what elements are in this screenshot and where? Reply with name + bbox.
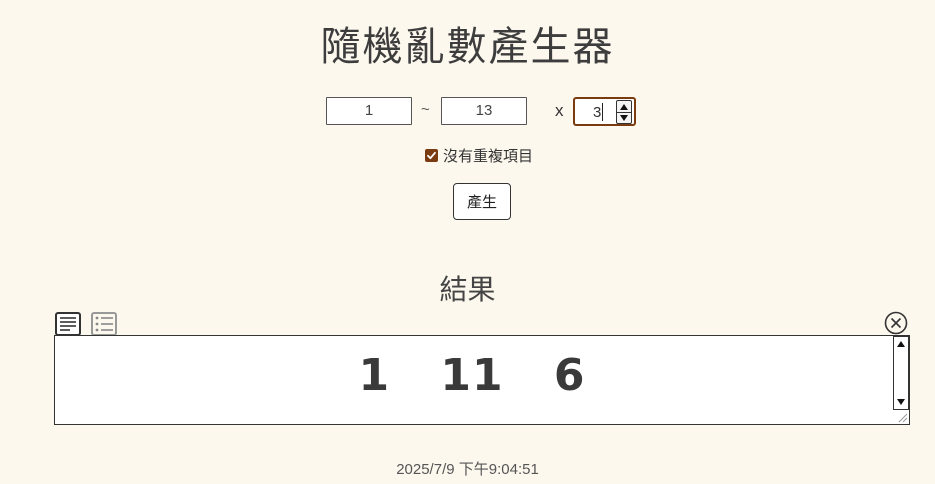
list-icon (95, 316, 113, 332)
generated-timestamp: 2025/7/9 下午9:04:51 (396, 461, 539, 478)
text-caret (602, 103, 603, 121)
no-repeat-option[interactable]: 沒有重複項目 (425, 145, 533, 165)
result-scrollbar[interactable] (893, 336, 909, 410)
arrow-up-icon (897, 341, 905, 347)
text-view-button[interactable] (55, 312, 81, 336)
clear-result-button[interactable] (884, 311, 908, 335)
text-lines-icon (60, 317, 76, 331)
max-value-input[interactable]: 13 (441, 97, 527, 125)
arrow-down-icon (897, 399, 905, 405)
result-numbers: 1 11 6 (358, 350, 586, 401)
arrow-down-icon (620, 114, 628, 121)
result-heading: 結果 (439, 273, 496, 306)
stepper-down-button[interactable] (617, 112, 631, 123)
range-separator: ~ (421, 101, 430, 118)
count-input[interactable]: 3 (573, 97, 636, 126)
no-repeat-checkbox[interactable] (425, 148, 438, 162)
resize-handle-icon[interactable] (896, 411, 908, 423)
multiplier-symbol: x (555, 101, 564, 120)
count-stepper[interactable] (616, 100, 632, 124)
result-output-area[interactable]: 1 11 6 (54, 335, 910, 425)
list-view-button[interactable] (91, 312, 117, 336)
arrow-up-icon (620, 103, 628, 110)
no-repeat-label: 沒有重複項目 (443, 146, 534, 165)
close-circle-icon (884, 311, 908, 335)
generate-button[interactable]: 產生 (453, 183, 511, 220)
scroll-down-button[interactable] (897, 399, 905, 405)
count-value: 3 (593, 104, 602, 121)
min-value-input[interactable]: 1 (326, 97, 412, 125)
checkmark-icon (427, 151, 436, 159)
page-title: 隨機亂數產生器 (320, 24, 615, 70)
scroll-up-button[interactable] (897, 341, 905, 347)
